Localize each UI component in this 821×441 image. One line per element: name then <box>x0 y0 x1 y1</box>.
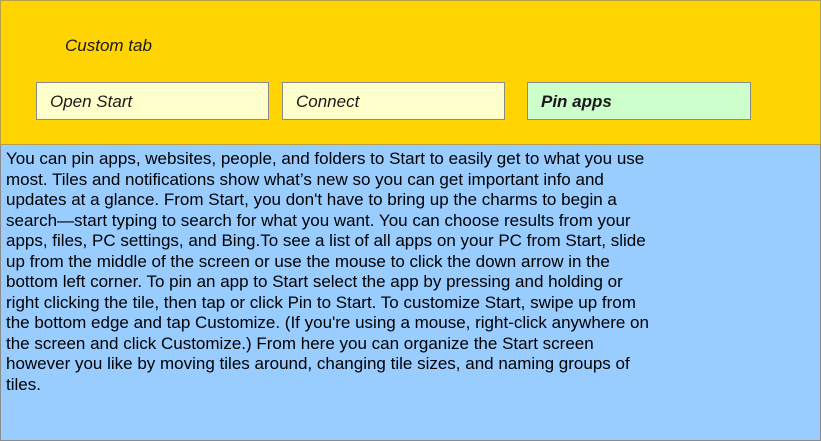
content-line: You can pin apps, websites, people, and … <box>6 149 645 168</box>
content-line: search—start typing to search for what y… <box>6 210 631 230</box>
content-line: right clicking the tile, then tap or cli… <box>6 292 636 312</box>
content-line: tiles. <box>6 374 41 394</box>
custom-tab-panel: Custom tab Open Start Connect Pin apps Y… <box>0 0 821 441</box>
content-line: apps, files, PC settings, and Bing.To se… <box>6 231 646 250</box>
tab-connect[interactable]: Connect <box>282 82 505 120</box>
content-line: most. Tiles and notifications show what’… <box>6 169 604 189</box>
header-title: Custom tab <box>65 36 152 55</box>
content-line: however you like by moving tiles around,… <box>6 354 630 373</box>
content-line: up from the middle of the screen or use … <box>6 251 610 271</box>
tab-header: Custom tab Open Start Connect Pin apps <box>0 0 821 145</box>
content-line: bottom left corner. To pin an app to Sta… <box>6 272 623 291</box>
content-line: the bottom edge and tap Customize. (If y… <box>6 313 649 332</box>
tab-content: You can pin apps, websites, people, and … <box>0 145 821 441</box>
tab-open-start[interactable]: Open Start <box>36 82 269 120</box>
tab-pin-apps[interactable]: Pin apps <box>527 82 751 120</box>
content-line: the screen and click Customize.) From he… <box>6 333 594 353</box>
content-line: updates at a glance. From Start, you don… <box>6 190 617 209</box>
